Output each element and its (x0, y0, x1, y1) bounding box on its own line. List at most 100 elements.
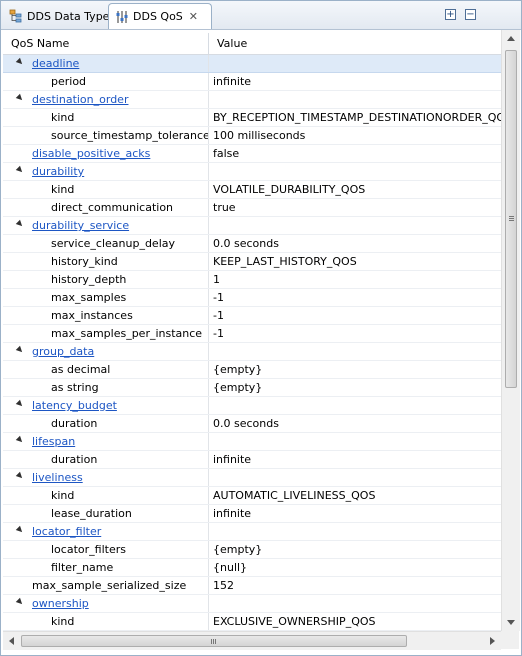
qos-value-cell[interactable] (209, 55, 501, 72)
tree-row[interactable]: filter_name {null} (3, 559, 501, 577)
qos-policy-link[interactable]: durability (32, 163, 84, 180)
qos-value-cell[interactable]: BY_RECEPTION_TIMESTAMP_DESTINATIONORDER_… (209, 109, 501, 126)
expand-toggle-icon[interactable] (15, 93, 25, 103)
qos-value-cell[interactable]: infinite (209, 505, 501, 522)
qos-value-cell[interactable] (209, 595, 501, 612)
vertical-scroll-thumb[interactable] (505, 50, 517, 388)
qos-policy-link[interactable]: latency_budget (32, 397, 117, 414)
tree-row[interactable]: service_cleanup_delay 0.0 seconds (3, 235, 501, 253)
horizontal-scroll-thumb[interactable] (21, 635, 407, 647)
column-header-qos-name[interactable]: QoS Name (3, 33, 209, 54)
qos-value-cell[interactable]: 100 milliseconds (209, 127, 501, 144)
tree-row[interactable]: duration 0.0 seconds (3, 415, 501, 433)
tree-row[interactable]: kind BY_RECEPTION_TIMESTAMP_DESTINATIONOR… (3, 109, 501, 127)
tree-row[interactable]: liveliness (3, 469, 501, 487)
tab-dds-qos[interactable]: DDS QoS ✕ (108, 3, 212, 29)
qos-value-cell[interactable] (209, 163, 501, 180)
tree-row[interactable]: max_sample_serialized_size 152 (3, 577, 501, 595)
scroll-down-icon[interactable] (507, 620, 515, 625)
qos-value-cell[interactable]: AUTOMATIC_LIVELINESS_QOS (209, 487, 501, 504)
close-tab-icon[interactable]: ✕ (189, 10, 198, 23)
qos-policy-link[interactable]: disable_positive_acks (32, 145, 150, 162)
tree-row[interactable]: as decimal {empty} (3, 361, 501, 379)
tree-row[interactable]: lifespan (3, 433, 501, 451)
qos-value-cell[interactable]: 0.0 seconds (209, 415, 501, 432)
tree-row[interactable]: lease_duration infinite (3, 505, 501, 523)
tree-row[interactable]: latency_budget (3, 397, 501, 415)
qos-value-cell[interactable]: infinite (209, 73, 501, 90)
qos-value-cell[interactable]: true (209, 199, 501, 216)
vertical-scrollbar[interactable] (501, 30, 520, 631)
expand-toggle-icon[interactable] (15, 597, 25, 607)
qos-policy-link[interactable]: lifespan (32, 433, 75, 450)
tree-row[interactable]: source_timestamp_tolerance 100 millisecon… (3, 127, 501, 145)
expand-all-icon[interactable]: + (445, 9, 456, 20)
qos-value-cell[interactable]: infinite (209, 451, 501, 468)
scroll-right-icon[interactable] (490, 637, 495, 645)
qos-value-cell[interactable] (209, 343, 501, 360)
qos-value-cell[interactable] (209, 91, 501, 108)
qos-value-cell[interactable]: -1 (209, 307, 501, 324)
tree-row[interactable]: history_depth 1 (3, 271, 501, 289)
expand-toggle-icon[interactable] (15, 525, 25, 535)
tree-row[interactable]: deadline (3, 55, 501, 73)
qos-value-cell[interactable]: KEEP_LAST_HISTORY_QOS (209, 253, 501, 270)
tree-row[interactable]: kind VOLATILE_DURABILITY_QOS (3, 181, 501, 199)
tree-row[interactable]: ownership (3, 595, 501, 613)
qos-value-cell[interactable]: 0.0 seconds (209, 235, 501, 252)
qos-value-cell[interactable]: false (209, 145, 501, 162)
qos-value-cell[interactable] (209, 433, 501, 450)
tree-row[interactable]: kind EXCLUSIVE_OWNERSHIP_QOS (3, 613, 501, 631)
qos-value-cell[interactable] (209, 469, 501, 486)
qos-value-cell[interactable] (209, 523, 501, 540)
tree-row[interactable]: direct_communication true (3, 199, 501, 217)
tree-row[interactable]: as string {empty} (3, 379, 501, 397)
tree-row[interactable]: max_samples -1 (3, 289, 501, 307)
qos-policy-link[interactable]: group_data (32, 343, 94, 360)
expand-toggle-icon[interactable] (15, 471, 25, 481)
qos-value-cell[interactable]: 1 (209, 271, 501, 288)
expand-toggle-icon[interactable] (15, 399, 25, 409)
qos-policy-link[interactable]: liveliness (32, 469, 83, 486)
tree-row[interactable]: history_kind KEEP_LAST_HISTORY_QOS (3, 253, 501, 271)
tree-row[interactable]: durability (3, 163, 501, 181)
tree-row[interactable]: group_data (3, 343, 501, 361)
qos-policy-link[interactable]: deadline (32, 55, 79, 72)
qos-value-cell[interactable]: EXCLUSIVE_OWNERSHIP_QOS (209, 613, 501, 630)
qos-value-cell[interactable] (209, 397, 501, 414)
tree-row[interactable]: disable_positive_acks false (3, 145, 501, 163)
tree-row[interactable]: max_samples_per_instance -1 (3, 325, 501, 343)
qos-policy-link[interactable]: ownership (32, 595, 89, 612)
qos-value-cell[interactable]: -1 (209, 289, 501, 306)
tab-dds-data-type[interactable]: DDS Data Type (3, 4, 109, 28)
qos-value-cell[interactable]: {empty} (209, 379, 501, 396)
column-header-value[interactable]: Value (209, 33, 501, 54)
qos-value-cell[interactable]: {null} (209, 559, 501, 576)
tree-row[interactable]: locator_filters {empty} (3, 541, 501, 559)
scroll-up-icon[interactable] (507, 36, 515, 41)
qos-policy-link[interactable]: locator_filter (32, 523, 101, 540)
expand-toggle-icon[interactable] (15, 345, 25, 355)
collapse-all-icon[interactable]: − (465, 9, 476, 20)
expand-toggle-icon[interactable] (15, 57, 25, 67)
horizontal-scrollbar[interactable] (3, 631, 501, 650)
expand-toggle-icon[interactable] (15, 219, 25, 229)
qos-value-cell[interactable]: VOLATILE_DURABILITY_QOS (209, 181, 501, 198)
tree-row[interactable]: duration infinite (3, 451, 501, 469)
qos-value-cell[interactable]: -1 (209, 325, 501, 342)
tree-row[interactable]: period infinite (3, 73, 501, 91)
qos-value-cell[interactable]: 152 (209, 577, 501, 594)
qos-policy-link[interactable]: durability_service (32, 217, 129, 234)
tree-row[interactable]: locator_filter (3, 523, 501, 541)
qos-value-cell[interactable]: {empty} (209, 361, 501, 378)
qos-value-cell[interactable]: {empty} (209, 541, 501, 558)
expand-toggle-icon[interactable] (15, 435, 25, 445)
expand-toggle-icon[interactable] (15, 165, 25, 175)
tree-row[interactable]: max_instances -1 (3, 307, 501, 325)
tree-row[interactable]: kind AUTOMATIC_LIVELINESS_QOS (3, 487, 501, 505)
scroll-left-icon[interactable] (9, 637, 14, 645)
tree-row[interactable]: destination_order (3, 91, 501, 109)
qos-policy-link[interactable]: destination_order (32, 91, 128, 108)
qos-value-cell[interactable] (209, 217, 501, 234)
tree-row[interactable]: durability_service (3, 217, 501, 235)
